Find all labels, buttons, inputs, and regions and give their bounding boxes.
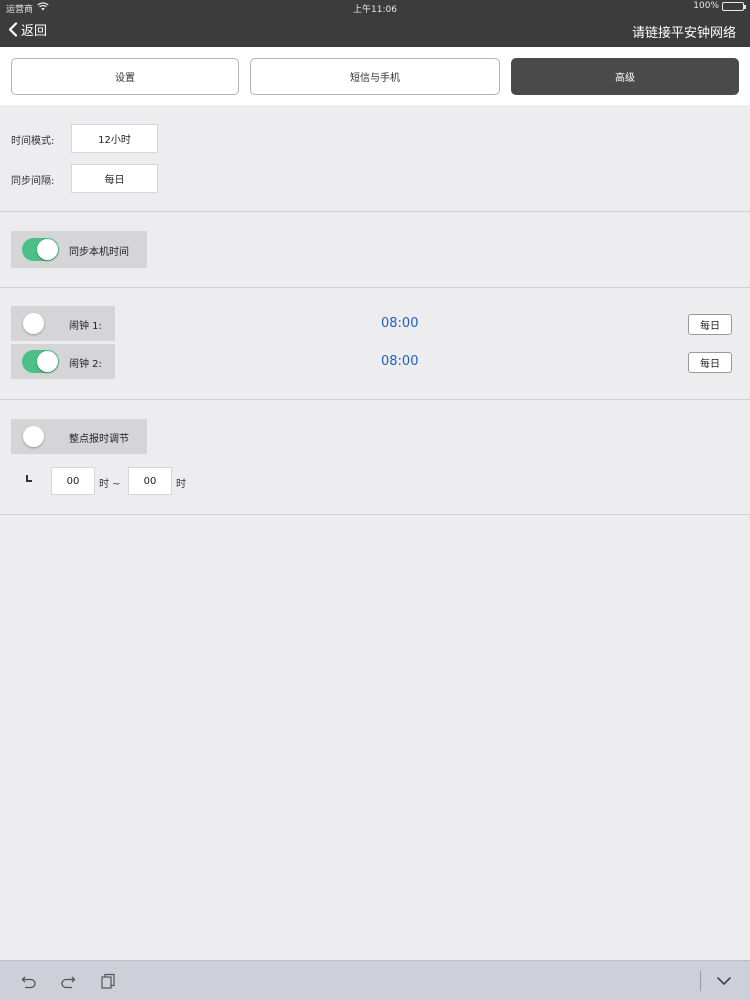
alarm-1-row: 闹钟 1: <box>11 306 115 341</box>
status-time: 上午11:06 <box>353 5 397 15</box>
chime-end-hour-input[interactable]: 00 <box>128 467 172 495</box>
alarm-1-time[interactable]: 08:00 <box>381 316 418 331</box>
page-title: 请链接平安钟网络 <box>631 26 736 41</box>
tab-advanced[interactable]: 高级 <box>511 58 739 95</box>
alarm-1-repeat-button[interactable]: 每日 <box>688 314 732 335</box>
hourly-chime-toggle[interactable] <box>22 425 59 448</box>
alarm-2-repeat-button[interactable]: 每日 <box>688 352 732 373</box>
divider <box>0 287 750 288</box>
battery-status: 100% <box>693 1 746 11</box>
battery-percent: 100% <box>693 1 719 11</box>
chime-start-hour-input[interactable]: 00 <box>51 467 95 495</box>
sync-local-time-label: 同步本机时间 <box>69 247 129 258</box>
back-label: 返回 <box>21 24 48 39</box>
bottom-toolbar <box>0 960 750 1000</box>
alarm-2-toggle[interactable] <box>22 350 59 373</box>
chime-start-unit: 时 ~ <box>99 479 121 490</box>
sync-interval-label: 同步间隔: <box>11 176 55 187</box>
undo-icon[interactable] <box>21 973 37 989</box>
divider <box>0 211 750 212</box>
chevron-down-icon[interactable] <box>716 973 732 989</box>
alarm-2-row: 闹钟 2: <box>11 344 115 379</box>
indent-corner-icon <box>26 475 32 482</box>
redo-icon[interactable] <box>60 973 76 989</box>
time-mode-select[interactable]: 12小时 <box>71 124 158 153</box>
back-button[interactable]: 返回 <box>8 20 47 39</box>
sync-local-time-toggle[interactable] <box>22 238 59 261</box>
chevron-left-icon <box>8 22 18 37</box>
tab-sms-phone[interactable]: 短信与手机 <box>250 58 500 95</box>
hourly-chime-label: 整点报时调节 <box>69 434 129 445</box>
battery-icon <box>722 1 746 11</box>
top-bar: 运营商 上午11:06 100% 返回 请链接平安钟网络 <box>0 0 750 47</box>
tab-bar: 设置 短信与手机 高级 <box>0 47 750 105</box>
divider <box>0 399 750 400</box>
alarm-1-label: 闹钟 1: <box>69 321 102 332</box>
sync-local-time-row: 同步本机时间 <box>11 231 147 268</box>
divider <box>0 514 750 515</box>
alarm-2-label: 闹钟 2: <box>69 359 102 370</box>
alarm-1-toggle[interactable] <box>22 312 59 335</box>
alarm-2-time[interactable]: 08:00 <box>381 354 418 369</box>
toolbar-separator <box>700 971 701 991</box>
tab-settings[interactable]: 设置 <box>11 58 239 95</box>
sync-interval-select[interactable]: 每日 <box>71 164 158 193</box>
time-mode-label: 时间模式: <box>11 136 55 147</box>
hourly-chime-row: 整点报时调节 <box>11 419 147 454</box>
paste-icon[interactable] <box>100 973 116 989</box>
chime-end-unit: 时 <box>176 479 186 490</box>
